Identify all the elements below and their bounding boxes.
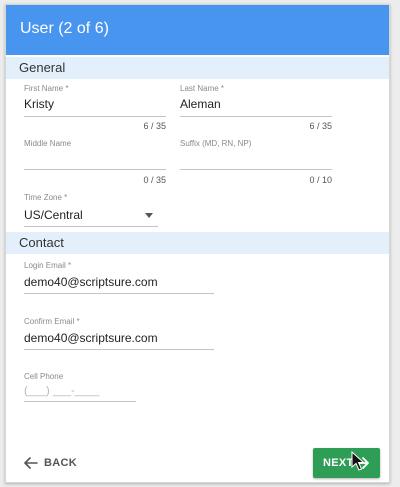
next-button-label: NEXT	[323, 457, 354, 469]
first-name-label: First Name *	[24, 84, 69, 93]
chevron-down-icon[interactable]	[145, 213, 153, 218]
middle-name-counter: 0 / 35	[143, 175, 166, 185]
last-name-underline	[180, 116, 332, 117]
back-button[interactable]: BACK	[24, 451, 77, 475]
section-general-title: General	[19, 60, 66, 75]
first-name-counter: 6 / 35	[143, 121, 166, 131]
last-name-counter: 6 / 35	[309, 121, 332, 131]
suffix-label: Suffix (MD, RN, NP)	[180, 139, 252, 148]
section-general: General	[6, 57, 389, 79]
first-name-input[interactable]: Kristy	[24, 97, 54, 111]
middle-name-underline	[24, 169, 166, 170]
confirm-email-label: Confirm Email *	[24, 317, 80, 326]
cell-phone-input[interactable]: (___) ___-____	[24, 385, 99, 397]
first-name-underline	[24, 116, 166, 117]
cell-phone-underline	[24, 401, 136, 402]
confirm-email-underline	[24, 349, 214, 350]
user-form-card: User (2 of 6) General First Name * Krist…	[5, 4, 390, 483]
middle-name-label: Middle Name	[24, 139, 72, 148]
login-email-input[interactable]: demo40@scriptsure.com	[24, 275, 158, 289]
last-name-input[interactable]: Aleman	[180, 97, 221, 111]
mouse-cursor-icon	[351, 451, 365, 471]
section-contact-title: Contact	[19, 235, 64, 250]
time-zone-underline	[24, 226, 158, 227]
back-button-label: BACK	[44, 457, 77, 469]
suffix-underline	[180, 169, 332, 170]
dialog-title: User (2 of 6)	[20, 20, 109, 37]
login-email-label: Login Email *	[24, 261, 72, 270]
suffix-counter: 0 / 10	[309, 175, 332, 185]
cell-phone-label: Cell Phone	[24, 372, 64, 381]
time-zone-label: Time Zone *	[24, 193, 68, 202]
time-zone-value[interactable]: US/Central	[24, 208, 83, 222]
last-name-label: Last Name *	[180, 84, 225, 93]
confirm-email-input[interactable]: demo40@scriptsure.com	[24, 331, 158, 345]
login-email-underline	[24, 293, 214, 294]
arrow-left-icon	[24, 457, 38, 469]
next-button[interactable]: NEXT	[313, 448, 380, 478]
section-contact: Contact	[6, 232, 389, 254]
dialog-header: User (2 of 6)	[6, 5, 389, 55]
